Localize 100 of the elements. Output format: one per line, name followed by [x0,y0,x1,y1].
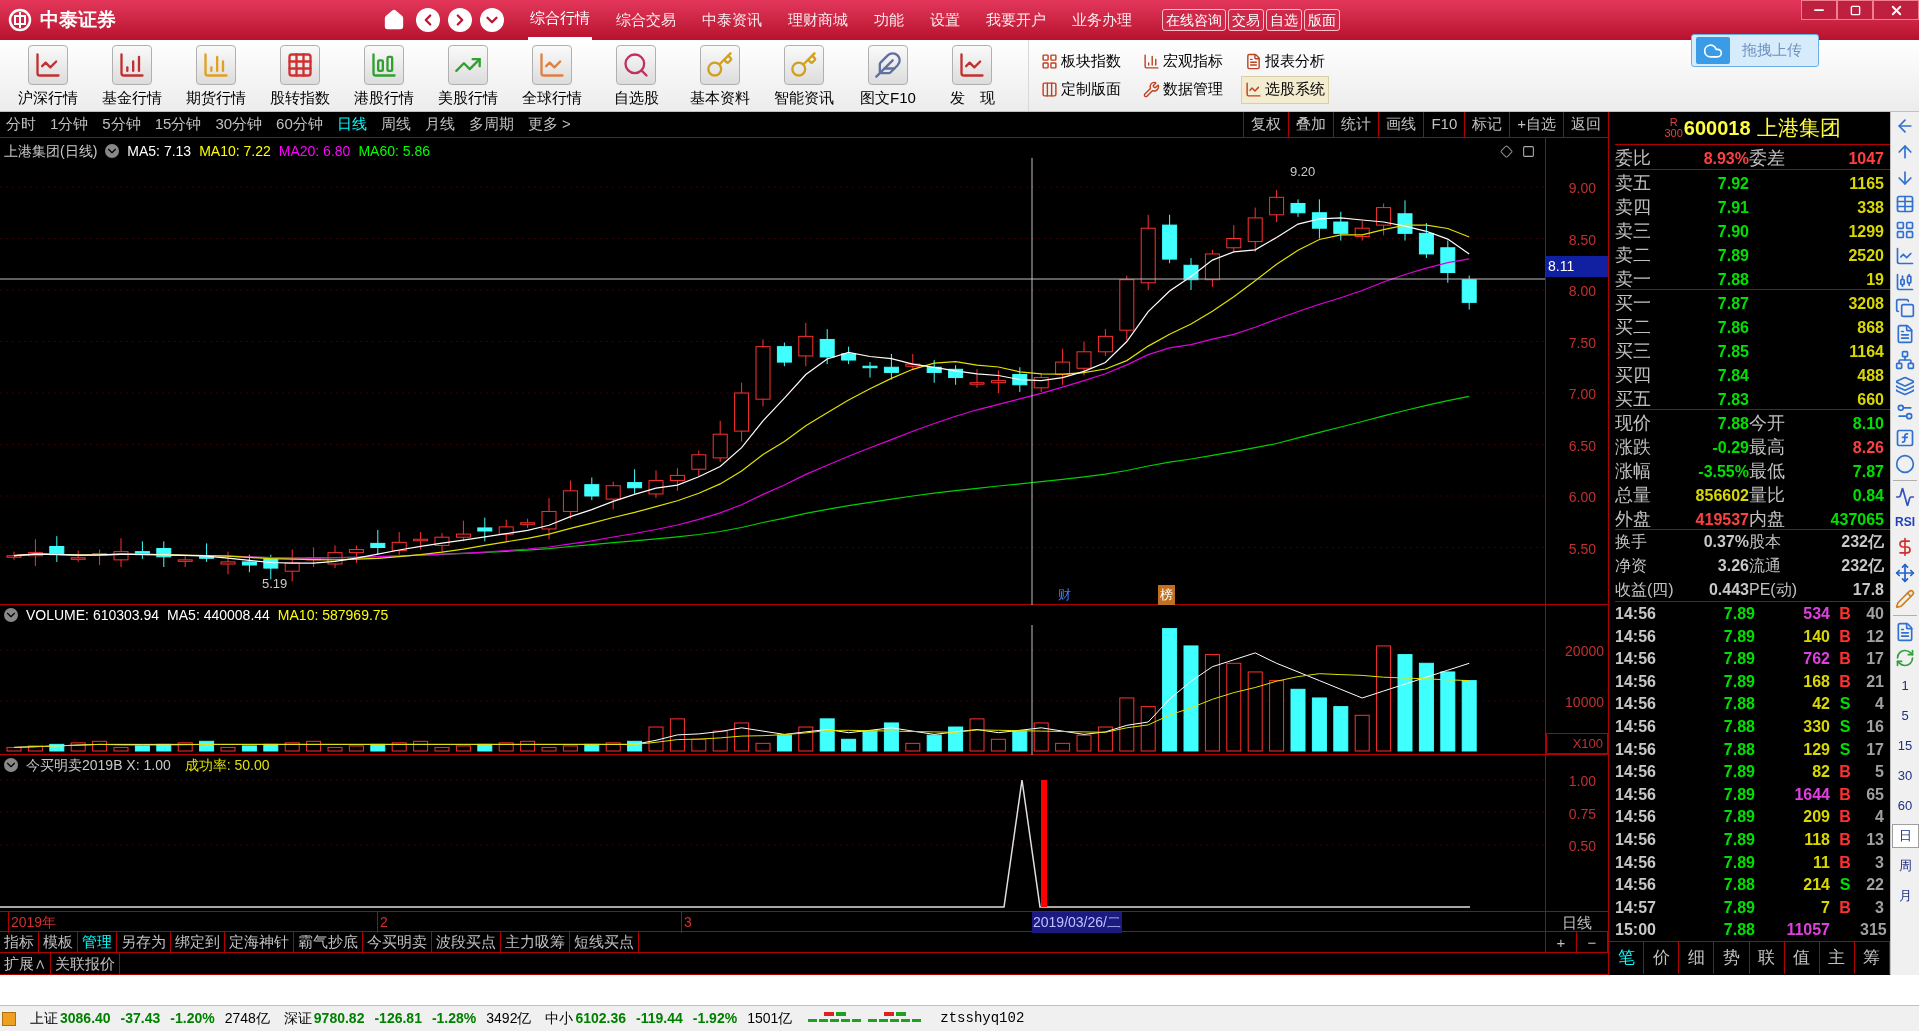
quick-button[interactable]: 交易 [1228,9,1264,31]
close-button[interactable] [1873,0,1919,20]
toolbar-button[interactable]: 智能资讯 [762,40,846,111]
period-tab[interactable]: 日线 [336,113,367,136]
period-button[interactable]: 60 [1891,794,1919,818]
period-tab[interactable]: 周线 [380,113,411,136]
nav-menu-item[interactable]: 我要开户 [984,0,1048,40]
layers-icon[interactable] [1895,376,1915,396]
app-icon[interactable] [2,1011,16,1026]
tool-button[interactable]: 数据管理 [1139,75,1227,104]
toolbar-button[interactable]: 基本资料 [678,40,762,111]
diamond-icon[interactable] [1500,145,1513,158]
dropdown-button[interactable] [480,8,504,32]
line-chart-icon[interactable] [1895,246,1915,266]
period-tab[interactable]: 分时 [6,113,36,136]
formula-tab[interactable]: 另存为 [117,932,171,952]
formula-tab[interactable]: 短线买点 [570,932,639,952]
windows-icon[interactable] [1895,298,1915,318]
period-tab[interactable]: 月线 [424,113,455,136]
toolbar-button[interactable]: 图文F10 [846,40,930,111]
quick-button[interactable]: 版面 [1304,9,1340,31]
nav-menu-item[interactable]: 中泰资讯 [700,0,764,40]
formula-tab[interactable]: 绑定到 [171,932,225,952]
refresh-icon[interactable] [1895,648,1915,668]
formula-tab[interactable]: 今买明卖 [363,932,432,952]
chevron-icon[interactable] [4,608,18,622]
period-button[interactable]: 月 [1891,884,1919,908]
chart-tool-button[interactable]: F10 [1423,112,1465,137]
tool-button[interactable]: 报表分析 [1241,47,1329,76]
detail-tab[interactable]: 联 [1749,942,1785,974]
tool-button[interactable]: 宏观指标 [1139,47,1227,76]
detail-tab[interactable]: 笔 [1609,942,1645,974]
chart-tool-button[interactable]: 叠加 [1288,112,1334,137]
function-icon[interactable] [1895,428,1915,448]
period-button[interactable]: 15 [1891,734,1919,758]
toolbar-button[interactable]: 发 现 [930,40,1014,111]
period-tab[interactable]: 5分钟 [102,113,141,136]
toolbar-button[interactable]: 基金行情 [90,40,174,111]
period-tab[interactable]: 30分钟 [215,113,263,136]
tool-button[interactable]: 定制版面 [1037,75,1125,104]
wave-chart-icon[interactable] [1895,487,1915,507]
detail-tab[interactable]: 值 [1784,942,1820,974]
period-button[interactable]: 30 [1891,764,1919,788]
extension-tab[interactable]: 扩展∧ [0,953,51,974]
nav-menu-item[interactable]: 设置 [928,0,962,40]
quick-button[interactable]: 在线咨询 [1162,9,1226,31]
forward-button[interactable] [448,8,472,32]
table-icon[interactable] [1895,194,1915,214]
period-button[interactable]: 日 [1891,824,1919,848]
chevron-icon[interactable] [4,758,18,772]
period-tab[interactable]: 更多 > [527,113,571,136]
chart-tool-button[interactable]: 画线 [1378,112,1424,137]
period-button[interactable]: 5 [1891,704,1919,728]
period-tab[interactable]: 15分钟 [154,113,202,136]
minimize-button[interactable] [1801,0,1837,20]
chevron-icon[interactable] [105,144,120,158]
period-tab[interactable]: 1分钟 [50,113,89,136]
detail-tab[interactable]: 主 [1819,942,1855,974]
candlestick-icon[interactable] [1895,272,1915,292]
tool-button[interactable]: 选股系统 [1241,75,1329,104]
toolbar-button[interactable]: 股转指数 [258,40,342,111]
formula-tab[interactable]: 指标 [0,932,39,952]
nav-menu-item[interactable]: 功能 [872,0,906,40]
move-icon[interactable] [1895,563,1915,583]
nav-menu-item[interactable]: 理财商城 [786,0,850,40]
period-tab[interactable]: 60分钟 [276,113,323,136]
toolbar-button[interactable]: 期货行情 [174,40,258,111]
formula-tab[interactable]: 管理 [78,932,117,952]
toolbar-button[interactable]: 全球行情 [510,40,594,111]
detail-tab[interactable]: 势 [1714,942,1750,974]
pencil-icon[interactable] [1895,589,1915,609]
toolbar-button[interactable]: 港股行情 [342,40,426,111]
sliders-icon[interactable] [1895,402,1915,422]
formula-tab[interactable]: 波段买点 [432,932,501,952]
toolbar-button[interactable]: 沪深行情 [6,40,90,111]
quick-button[interactable]: 自选 [1266,9,1302,31]
document-icon[interactable] [1895,324,1915,344]
document-icon[interactable] [1895,622,1915,642]
maximize-button[interactable] [1837,0,1873,20]
chart-tool-button[interactable]: 统计 [1333,112,1379,137]
period-tab[interactable]: 多周期 [468,113,514,136]
toolbar-button[interactable]: 自选股 [594,40,678,111]
formula-tab[interactable]: 霸气抄底 [294,932,363,952]
period-button[interactable]: 1 [1891,674,1919,698]
chart-tool-button[interactable]: 标记 [1464,112,1510,137]
extension-tab[interactable]: 关联报价 [51,953,120,974]
tree-icon[interactable] [1895,350,1915,370]
rsi-button[interactable]: RSI [1895,513,1915,531]
tool-button[interactable]: 板块指数 [1037,47,1125,76]
panel-icon[interactable] [1522,145,1535,158]
nav-menu-item[interactable]: 综合交易 [614,0,678,40]
circle-icon[interactable] [1895,454,1915,474]
detail-tab[interactable]: 价 [1644,942,1680,974]
chart-tool-button[interactable]: +自选 [1509,112,1563,137]
detail-tab[interactable]: 细 [1679,942,1715,974]
formula-tab[interactable]: 模板 [39,932,78,952]
formula-tab[interactable]: 定海神针 [225,932,294,952]
grid-icon[interactable] [1895,220,1915,240]
chart-tool-button[interactable]: 复权 [1243,112,1289,137]
formula-tab[interactable]: 主力吸筹 [501,932,570,952]
